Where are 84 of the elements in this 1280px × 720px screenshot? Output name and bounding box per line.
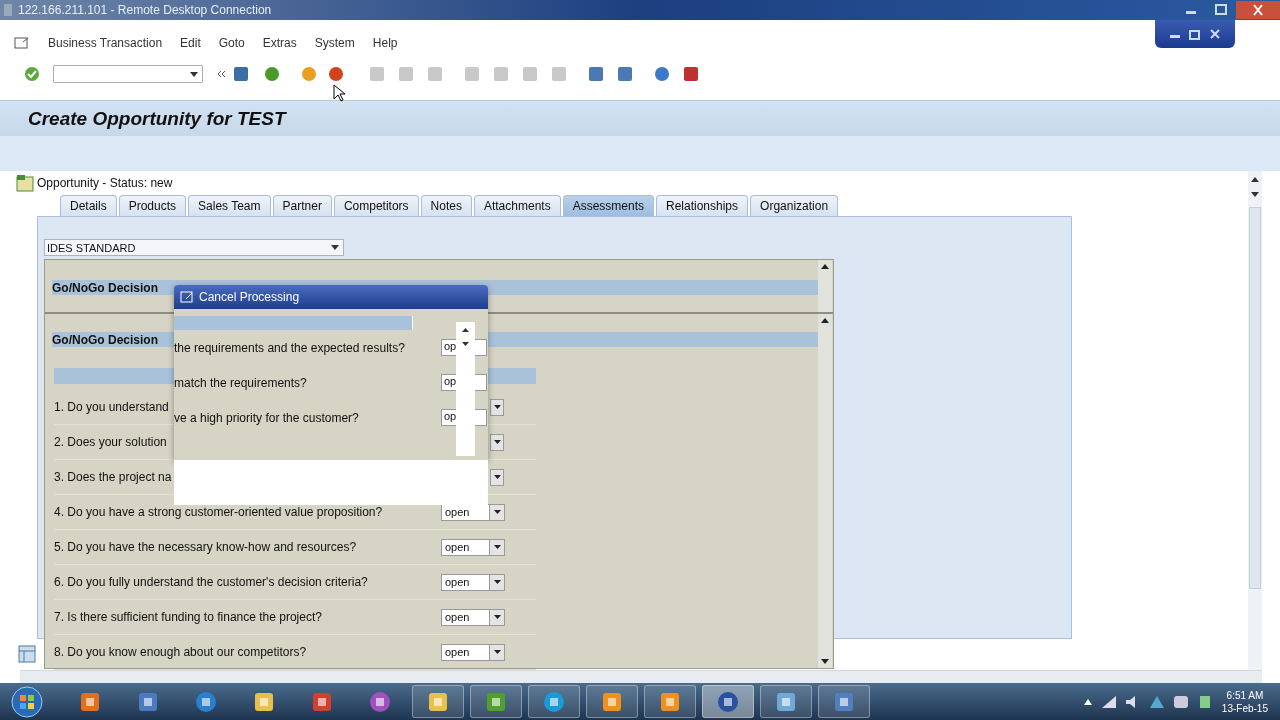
- tab[interactable]: Notes: [420, 195, 472, 216]
- caret-icon: [493, 545, 501, 549]
- tab[interactable]: Competitors: [333, 195, 419, 216]
- taskbar-button[interactable]: [470, 685, 522, 718]
- question-text: 1. Do you understand: [54, 400, 170, 414]
- assessment-dropdown[interactable]: IDES STANDARD: [44, 239, 344, 256]
- question-text: the requirements and the expected results?: [174, 340, 406, 355]
- question-text: 2. Does your solution: [54, 435, 168, 449]
- screen-title: Create Opportunity for TEST: [28, 107, 286, 130]
- tab[interactable]: Organization: [750, 195, 839, 216]
- scroll-down-icon[interactable]: [462, 342, 469, 346]
- tab[interactable]: Assessments: [562, 195, 654, 216]
- menu-item[interactable]: Edit: [180, 36, 201, 50]
- question-text: ve a high priority for the customer?: [174, 410, 360, 425]
- taskbar-button[interactable]: [760, 685, 812, 718]
- horizontal-scrollbar[interactable]: [20, 670, 1262, 683]
- taskbar-button[interactable]: [702, 685, 754, 718]
- answer-dropdown[interactable]: open: [441, 608, 505, 626]
- tab[interactable]: Details: [60, 195, 117, 216]
- tab[interactable]: Products: [118, 195, 187, 216]
- scroll-down-icon[interactable]: [821, 659, 829, 664]
- question-text: 7. Is there sufficient funding to finance the project?: [54, 610, 323, 624]
- answer-dropdown[interactable]: open: [441, 643, 505, 661]
- dropdown-button[interactable]: [490, 398, 504, 416]
- menu-item[interactable]: Business Transaction: [48, 36, 163, 50]
- collapse-icon[interactable]: [216, 69, 226, 79]
- cursor-icon: [333, 84, 345, 102]
- dropdown-arrow-icon[interactable]: [331, 245, 339, 250]
- caret-icon: [493, 580, 501, 584]
- taskbar-button[interactable]: [586, 685, 638, 718]
- status-label: Opportunity - Status: new: [37, 175, 173, 190]
- caret-icon: [493, 475, 501, 479]
- edit-icon: [180, 291, 194, 303]
- tab[interactable]: Partner: [272, 195, 332, 216]
- scrollbar[interactable]: [818, 260, 832, 312]
- dropdown-arrow-icon[interactable]: [190, 71, 198, 77]
- answer-dropdown[interactable]: open: [441, 573, 505, 591]
- dropdown-button[interactable]: [490, 433, 504, 451]
- scroll-up-icon[interactable]: [821, 318, 829, 323]
- answer-dropdown[interactable]: open: [441, 538, 505, 556]
- question-text: 4. Do you have a strong customer-oriented value proposition?: [54, 505, 384, 519]
- tab[interactable]: Relationships: [656, 195, 749, 216]
- question-text: 3. Does the project na: [54, 470, 173, 484]
- taskbar-button[interactable]: [818, 685, 870, 718]
- taskbar-button[interactable]: [644, 685, 696, 718]
- close-icon[interactable]: [1236, 1, 1280, 19]
- tab[interactable]: Sales Team: [188, 195, 271, 216]
- start-button[interactable]: [10, 684, 44, 719]
- menu-icon[interactable]: [14, 36, 30, 50]
- scroll-down-icon[interactable]: [1251, 192, 1259, 197]
- menu-item[interactable]: Help: [372, 36, 398, 50]
- tab[interactable]: Attachments: [473, 195, 561, 216]
- question-text: 5. Do you have the necessary know-how and resources?: [54, 540, 358, 554]
- question-text: 8. Do you know enough about our competitors?: [54, 645, 308, 659]
- opportunity-icon: [16, 173, 34, 192]
- dropdown-button[interactable]: [490, 468, 504, 486]
- taskbar-button[interactable]: [528, 685, 580, 718]
- taskbar-button[interactable]: [412, 685, 464, 718]
- command-field[interactable]: [53, 65, 203, 83]
- menu-item[interactable]: Extras: [262, 36, 297, 50]
- caret-icon: [493, 440, 501, 444]
- scroll-thumb[interactable]: [1249, 207, 1261, 589]
- caret-icon: [493, 405, 501, 409]
- menu-item[interactable]: System: [314, 36, 355, 50]
- scrollbar[interactable]: [818, 314, 832, 668]
- clock-date[interactable]: 13-Feb-15: [1221, 701, 1268, 715]
- window-title: 122.166.211.101 - Remote Desktop Connection: [18, 3, 272, 17]
- question-text: match the requirements?: [174, 375, 308, 390]
- clock-time[interactable]: 6:51 AM: [1226, 688, 1264, 702]
- triangle-icon[interactable]: [1083, 698, 1092, 705]
- signal-icon[interactable]: [1101, 695, 1116, 708]
- scroll-up-icon[interactable]: [1251, 177, 1259, 182]
- section-title: Go/NoGo Decision: [52, 280, 158, 295]
- enter-icon[interactable]: [24, 66, 40, 82]
- scroll-up-icon[interactable]: [821, 264, 829, 269]
- dialog-title: Cancel Processing: [199, 290, 300, 304]
- section-title: Go/NoGo Decision: [52, 332, 158, 347]
- caret-icon: [493, 615, 501, 619]
- caret-icon: [493, 510, 501, 514]
- answer-dropdown[interactable]: open: [441, 503, 505, 521]
- question-text: 6. Do you fully understand the customer's decision criteria?: [54, 575, 369, 589]
- caret-icon: [493, 650, 501, 654]
- scrollbar[interactable]: [1248, 171, 1262, 670]
- menu-item[interactable]: Goto: [218, 36, 245, 50]
